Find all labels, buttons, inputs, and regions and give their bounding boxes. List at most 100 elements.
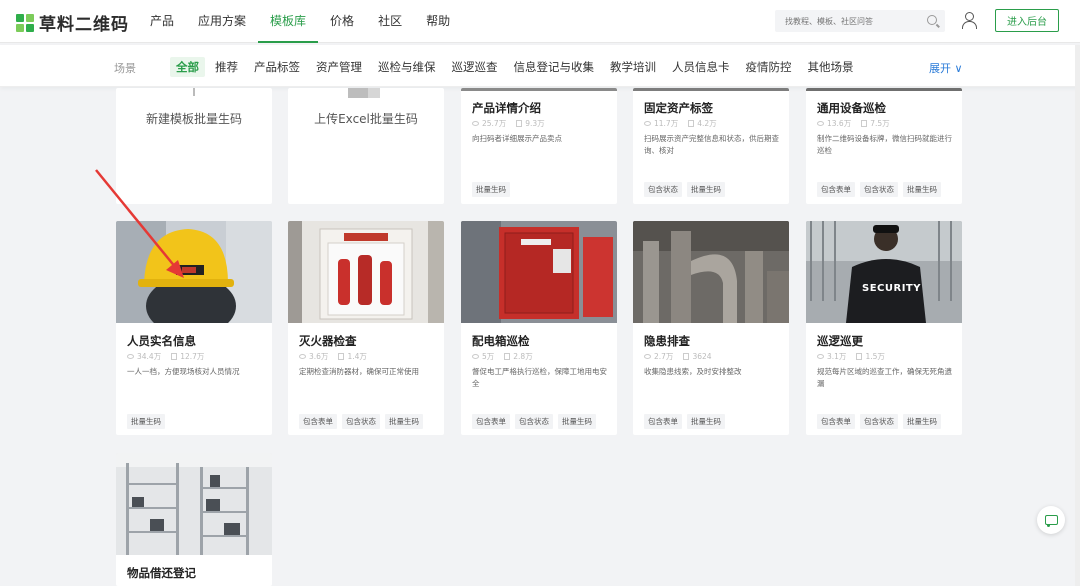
template-card-patrol[interactable]: SECURITY 巡逻巡更 3.1万 1.5万 规范每片区域的巡查工作，确保无死… [806, 221, 962, 435]
tag: 批量生码 [385, 414, 423, 429]
template-card-product-detail[interactable]: 产品详情介绍 25.7万 9.3万 向扫码者详细展示产品卖点 批量生码 [461, 88, 617, 204]
enter-admin-button[interactable]: 进入后台 [995, 9, 1059, 32]
eye-icon [299, 354, 306, 359]
uses-count: 1.4万 [347, 352, 367, 361]
chip-patrol[interactable]: 巡逻巡查 [446, 57, 504, 77]
tag: 批量生码 [558, 414, 596, 429]
nav-item-solutions[interactable]: 应用方案 [186, 0, 258, 43]
chip-staff-card[interactable]: 人员信息卡 [666, 57, 736, 77]
card-description: 定期检查消防器材，确保可正常使用 [299, 367, 419, 376]
fire-extinguisher-photo [288, 221, 444, 323]
card-image-strip [461, 88, 617, 91]
chip-product-label[interactable]: 产品标签 [248, 57, 306, 77]
uses-count: 4.2万 [697, 119, 717, 128]
card-tags: 包含表单 包含状态 批量生码 [817, 182, 941, 197]
card-description: 收集隐患线索，及时安排整改 [644, 367, 742, 376]
search-icon[interactable] [927, 15, 937, 25]
tag: 批量生码 [903, 414, 941, 429]
uses-count: 3624 [692, 352, 712, 361]
views-count: 11.7万 [654, 119, 679, 128]
card-description: 规范每片区域的巡查工作，确保无死角遗漏 [817, 367, 952, 388]
create-template-card[interactable]: 新建模板批量生码 [116, 88, 272, 204]
chat-support-button[interactable] [1037, 506, 1065, 534]
views-count: 3.1万 [827, 352, 847, 361]
card-stats: 2.7万 3624 [644, 351, 712, 362]
card-title: 固定资产标签 [644, 101, 713, 115]
template-card-hazard-check[interactable]: 隐患排查 2.7万 3624 收集隐患线索，及时安排整改 包含表单 批量生码 [633, 221, 789, 435]
card-stats: 11.7万 4.2万 [644, 118, 717, 129]
expand-filters-link[interactable]: 展开 ∨ [929, 60, 963, 76]
template-card-staff-info[interactable]: 人员实名信息 34.4万 12.7万 一人一档，方便现场核对人员情况 批量生码 [116, 221, 272, 435]
brand-logo[interactable]: 草料二维码 [16, 10, 129, 35]
warehouse-shelf-photo [116, 453, 272, 555]
card-tags: 批量生码 [127, 414, 165, 429]
tag: 批量生码 [687, 182, 725, 197]
helmet-photo [116, 221, 272, 323]
card-description: 向扫码者详细展示产品卖点 [472, 134, 562, 143]
tag: 包含表单 [817, 414, 855, 429]
eye-icon [127, 354, 134, 359]
eye-icon [472, 354, 479, 359]
user-icon[interactable] [961, 12, 977, 29]
uses-count: 9.3万 [525, 119, 545, 128]
tag: 包含状态 [515, 414, 553, 429]
views-count: 3.6万 [309, 352, 329, 361]
card-tags: 包含表单 包含状态 批量生码 [299, 414, 423, 429]
card-stats: 13.6万 7.5万 [817, 118, 890, 129]
tag: 包含表单 [817, 182, 855, 197]
tag: 批量生码 [687, 414, 725, 429]
tag: 包含表单 [299, 414, 337, 429]
eye-icon [644, 121, 651, 126]
search-input[interactable] [775, 10, 945, 32]
tag: 包含状态 [860, 414, 898, 429]
card-stats: 34.4万 12.7万 [127, 351, 204, 362]
chip-epidemic[interactable]: 疫情防控 [740, 57, 798, 77]
card-image-strip [633, 88, 789, 91]
card-stats: 3.6万 1.4万 [299, 351, 367, 362]
upload-excel-card[interactable]: 上传Excel批量生码 [288, 88, 444, 204]
brand-name: 草料二维码 [39, 15, 129, 35]
card-title: 配电箱巡检 [472, 334, 530, 348]
card-image-strip [806, 88, 962, 91]
chip-asset-management[interactable]: 资产管理 [310, 57, 368, 77]
tag: 包含状态 [644, 182, 682, 197]
uses-count: 2.8万 [513, 352, 533, 361]
nav-item-help[interactable]: 帮助 [414, 0, 462, 43]
chip-inspection-maintenance[interactable]: 巡检与维保 [372, 57, 442, 77]
views-count: 5万 [482, 352, 495, 361]
copy-icon [856, 353, 863, 360]
nav-item-templates[interactable]: 模板库 [258, 0, 319, 43]
uses-count: 12.7万 [180, 352, 205, 361]
chip-recommended[interactable]: 推荐 [209, 57, 244, 77]
template-card-fixed-asset[interactable]: 固定资产标签 11.7万 4.2万 扫码展示资产完整信息和状态，供后期查询、核对… [633, 88, 789, 204]
card-stats: 3.1万 1.5万 [817, 351, 885, 362]
nav-item-pricing[interactable]: 价格 [318, 0, 366, 43]
card-description: 督促电工严格执行巡检，保障工地用电安全 [472, 367, 607, 388]
views-count: 2.7万 [654, 352, 674, 361]
chip-training[interactable]: 教学培训 [604, 57, 662, 77]
page-scrollbar[interactable] [1075, 45, 1080, 586]
copy-icon [516, 120, 523, 127]
uses-count: 7.5万 [870, 119, 890, 128]
card-stats: 25.7万 9.3万 [472, 118, 545, 129]
eye-icon [472, 121, 479, 126]
chip-all[interactable]: 全部 [170, 57, 205, 77]
plus-icon [193, 88, 195, 96]
electric-box-photo [461, 221, 617, 323]
card-description: 扫码展示资产完整信息和状态，供后期查询、核对 [644, 134, 779, 155]
tag: 包含表单 [472, 414, 510, 429]
template-card-distribution-box[interactable]: 配电箱巡检 5万 2.8万 督促电工严格执行巡检，保障工地用电安全 包含表单 包… [461, 221, 617, 435]
template-card-equipment-inspection[interactable]: 通用设备巡检 13.6万 7.5万 制作二维码设备标牌，微信扫码就能进行巡检 包… [806, 88, 962, 204]
main-nav: 产品 应用方案 模板库 价格 社区 帮助 [138, 0, 462, 43]
chip-info-registration[interactable]: 信息登记与收集 [508, 57, 601, 77]
template-card-fire-extinguisher[interactable]: 灭火器检查 3.6万 1.4万 定期检查消防器材，确保可正常使用 包含表单 包含… [288, 221, 444, 435]
template-card-item-lending[interactable]: 物品借还登记 [116, 453, 272, 586]
card-stats: 5万 2.8万 [472, 351, 533, 362]
nav-item-products[interactable]: 产品 [138, 0, 186, 43]
nav-item-community[interactable]: 社区 [366, 0, 414, 43]
card-title: 物品借还登记 [127, 566, 196, 580]
filter-chips: 全部 推荐 产品标签 资产管理 巡检与维保 巡逻巡查 信息登记与收集 教学培训 … [170, 57, 864, 77]
security-text: SECURITY [862, 283, 921, 294]
uses-count: 1.5万 [865, 352, 885, 361]
chip-other[interactable]: 其他场景 [802, 57, 860, 77]
